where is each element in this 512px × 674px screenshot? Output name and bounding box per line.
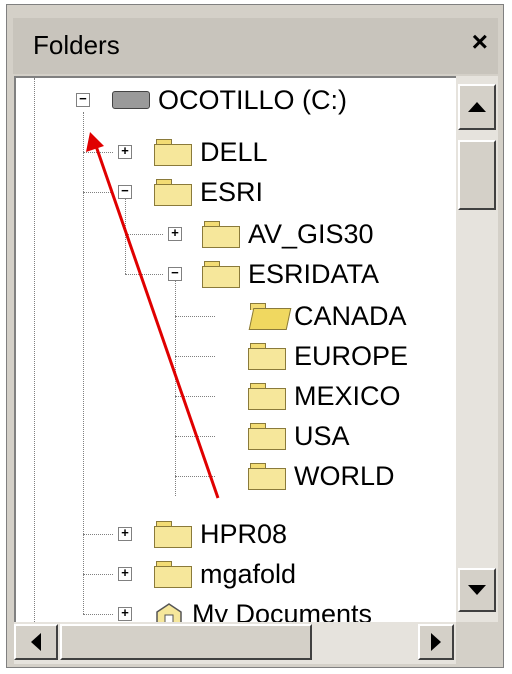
folder-icon: [202, 221, 240, 248]
folder-icon: [154, 561, 192, 588]
arrow-up-icon: [468, 102, 486, 112]
tree-item-usa[interactable]: USA: [248, 416, 350, 456]
tree-item-label: DELL: [200, 136, 268, 167]
tree-item-label: USA: [294, 420, 350, 451]
tree-branch-line: [125, 234, 163, 235]
arrow-down-icon: [468, 585, 486, 595]
tree-guide-line: [34, 78, 35, 624]
panel-title: Folders: [33, 30, 120, 60]
tree-guide-line: [175, 274, 176, 496]
tree-item-label: mgafold: [200, 558, 297, 589]
tree-item-esri[interactable]: ESRI: [154, 172, 263, 212]
tree-branch-line: [175, 476, 215, 477]
vertical-scrollbar[interactable]: [456, 76, 498, 622]
scroll-down-button[interactable]: [458, 568, 496, 612]
expand-toggle[interactable]: +: [118, 607, 132, 621]
tree-item-hpr08[interactable]: HPR08: [154, 514, 287, 554]
tree-branch-line: [175, 396, 215, 397]
tree-item-mexico[interactable]: MEXICO: [248, 376, 401, 416]
tree-item-label: My Documents: [192, 598, 373, 625]
tree-branch-line: [83, 574, 113, 575]
tree-branch-line: [125, 274, 163, 275]
folder-icon: [248, 343, 286, 370]
tree-item-av-gis30[interactable]: AV_GIS30: [202, 214, 374, 254]
tree-item-label: OCOTILLO (C:): [158, 84, 348, 115]
tree-item-label: WORLD: [294, 460, 395, 491]
horizontal-scrollbar[interactable]: [14, 622, 456, 664]
folder-icon: [248, 383, 286, 410]
horizontal-scroll-thumb[interactable]: [60, 624, 312, 660]
folders-header: Folders ×: [13, 18, 498, 74]
folder-icon: [202, 261, 240, 288]
tree-branch-line: [83, 192, 113, 193]
tree-item-label: ESRI: [200, 176, 264, 207]
folder-icon: [154, 179, 192, 206]
tree-item-my-documents[interactable]: My Documents: [154, 594, 372, 624]
tree-item-esridata[interactable]: ESRIDATA: [202, 254, 379, 294]
arrow-right-icon: [431, 633, 441, 651]
tree-branch-line: [83, 614, 113, 615]
folder-icon: [154, 521, 192, 548]
expand-toggle[interactable]: +: [168, 227, 182, 241]
tree-branch-line: [175, 356, 215, 357]
tree-item-ocotillo[interactable]: OCOTILLO (C:): [112, 80, 347, 120]
tree-item-label: HPR08: [200, 518, 288, 549]
tree-item-label: ESRIDATA: [248, 258, 380, 289]
tree-item-dell[interactable]: DELL: [154, 132, 268, 172]
folder-icon: [154, 139, 192, 166]
vertical-scroll-thumb[interactable]: [458, 140, 496, 210]
folder-icon: [248, 423, 286, 450]
arrow-left-icon: [31, 633, 41, 651]
tree-item-world[interactable]: WORLD: [248, 456, 395, 496]
close-icon[interactable]: ×: [472, 28, 488, 56]
tree-item-europe[interactable]: EUROPE: [248, 336, 408, 376]
tree-branch-line: [83, 534, 113, 535]
folder-icon: [248, 463, 286, 490]
collapse-toggle[interactable]: −: [168, 267, 182, 281]
folder-tree: − + − + − + + + OCOTILLO (C:) DELL ESRI …: [14, 76, 458, 624]
collapse-toggle[interactable]: −: [118, 185, 132, 199]
expand-toggle[interactable]: +: [118, 527, 132, 541]
tree-branch-line: [175, 436, 215, 437]
drive-icon: [112, 91, 150, 109]
tree-branch-line: [175, 316, 215, 317]
tree-item-label: AV_GIS30: [248, 218, 374, 249]
scroll-left-button[interactable]: [14, 624, 58, 660]
tree-item-canada[interactable]: CANADA: [248, 296, 407, 336]
scroll-up-button[interactable]: [458, 84, 496, 130]
tree-item-label: EUROPE: [294, 340, 409, 371]
collapse-toggle[interactable]: −: [76, 93, 90, 107]
tree-guide-line: [125, 192, 126, 274]
expand-toggle[interactable]: +: [118, 567, 132, 581]
documents-icon: [156, 603, 182, 624]
scroll-right-button[interactable]: [418, 624, 454, 660]
tree-item-label: MEXICO: [294, 380, 401, 411]
scrollbar-corner: [456, 622, 498, 664]
expand-toggle[interactable]: +: [118, 145, 132, 159]
tree-guide-line: [83, 112, 84, 614]
tree-item-mgafold[interactable]: mgafold: [154, 554, 296, 594]
open-folder-icon: [248, 303, 292, 330]
tree-branch-line: [83, 152, 113, 153]
tree-item-label: CANADA: [294, 300, 407, 331]
